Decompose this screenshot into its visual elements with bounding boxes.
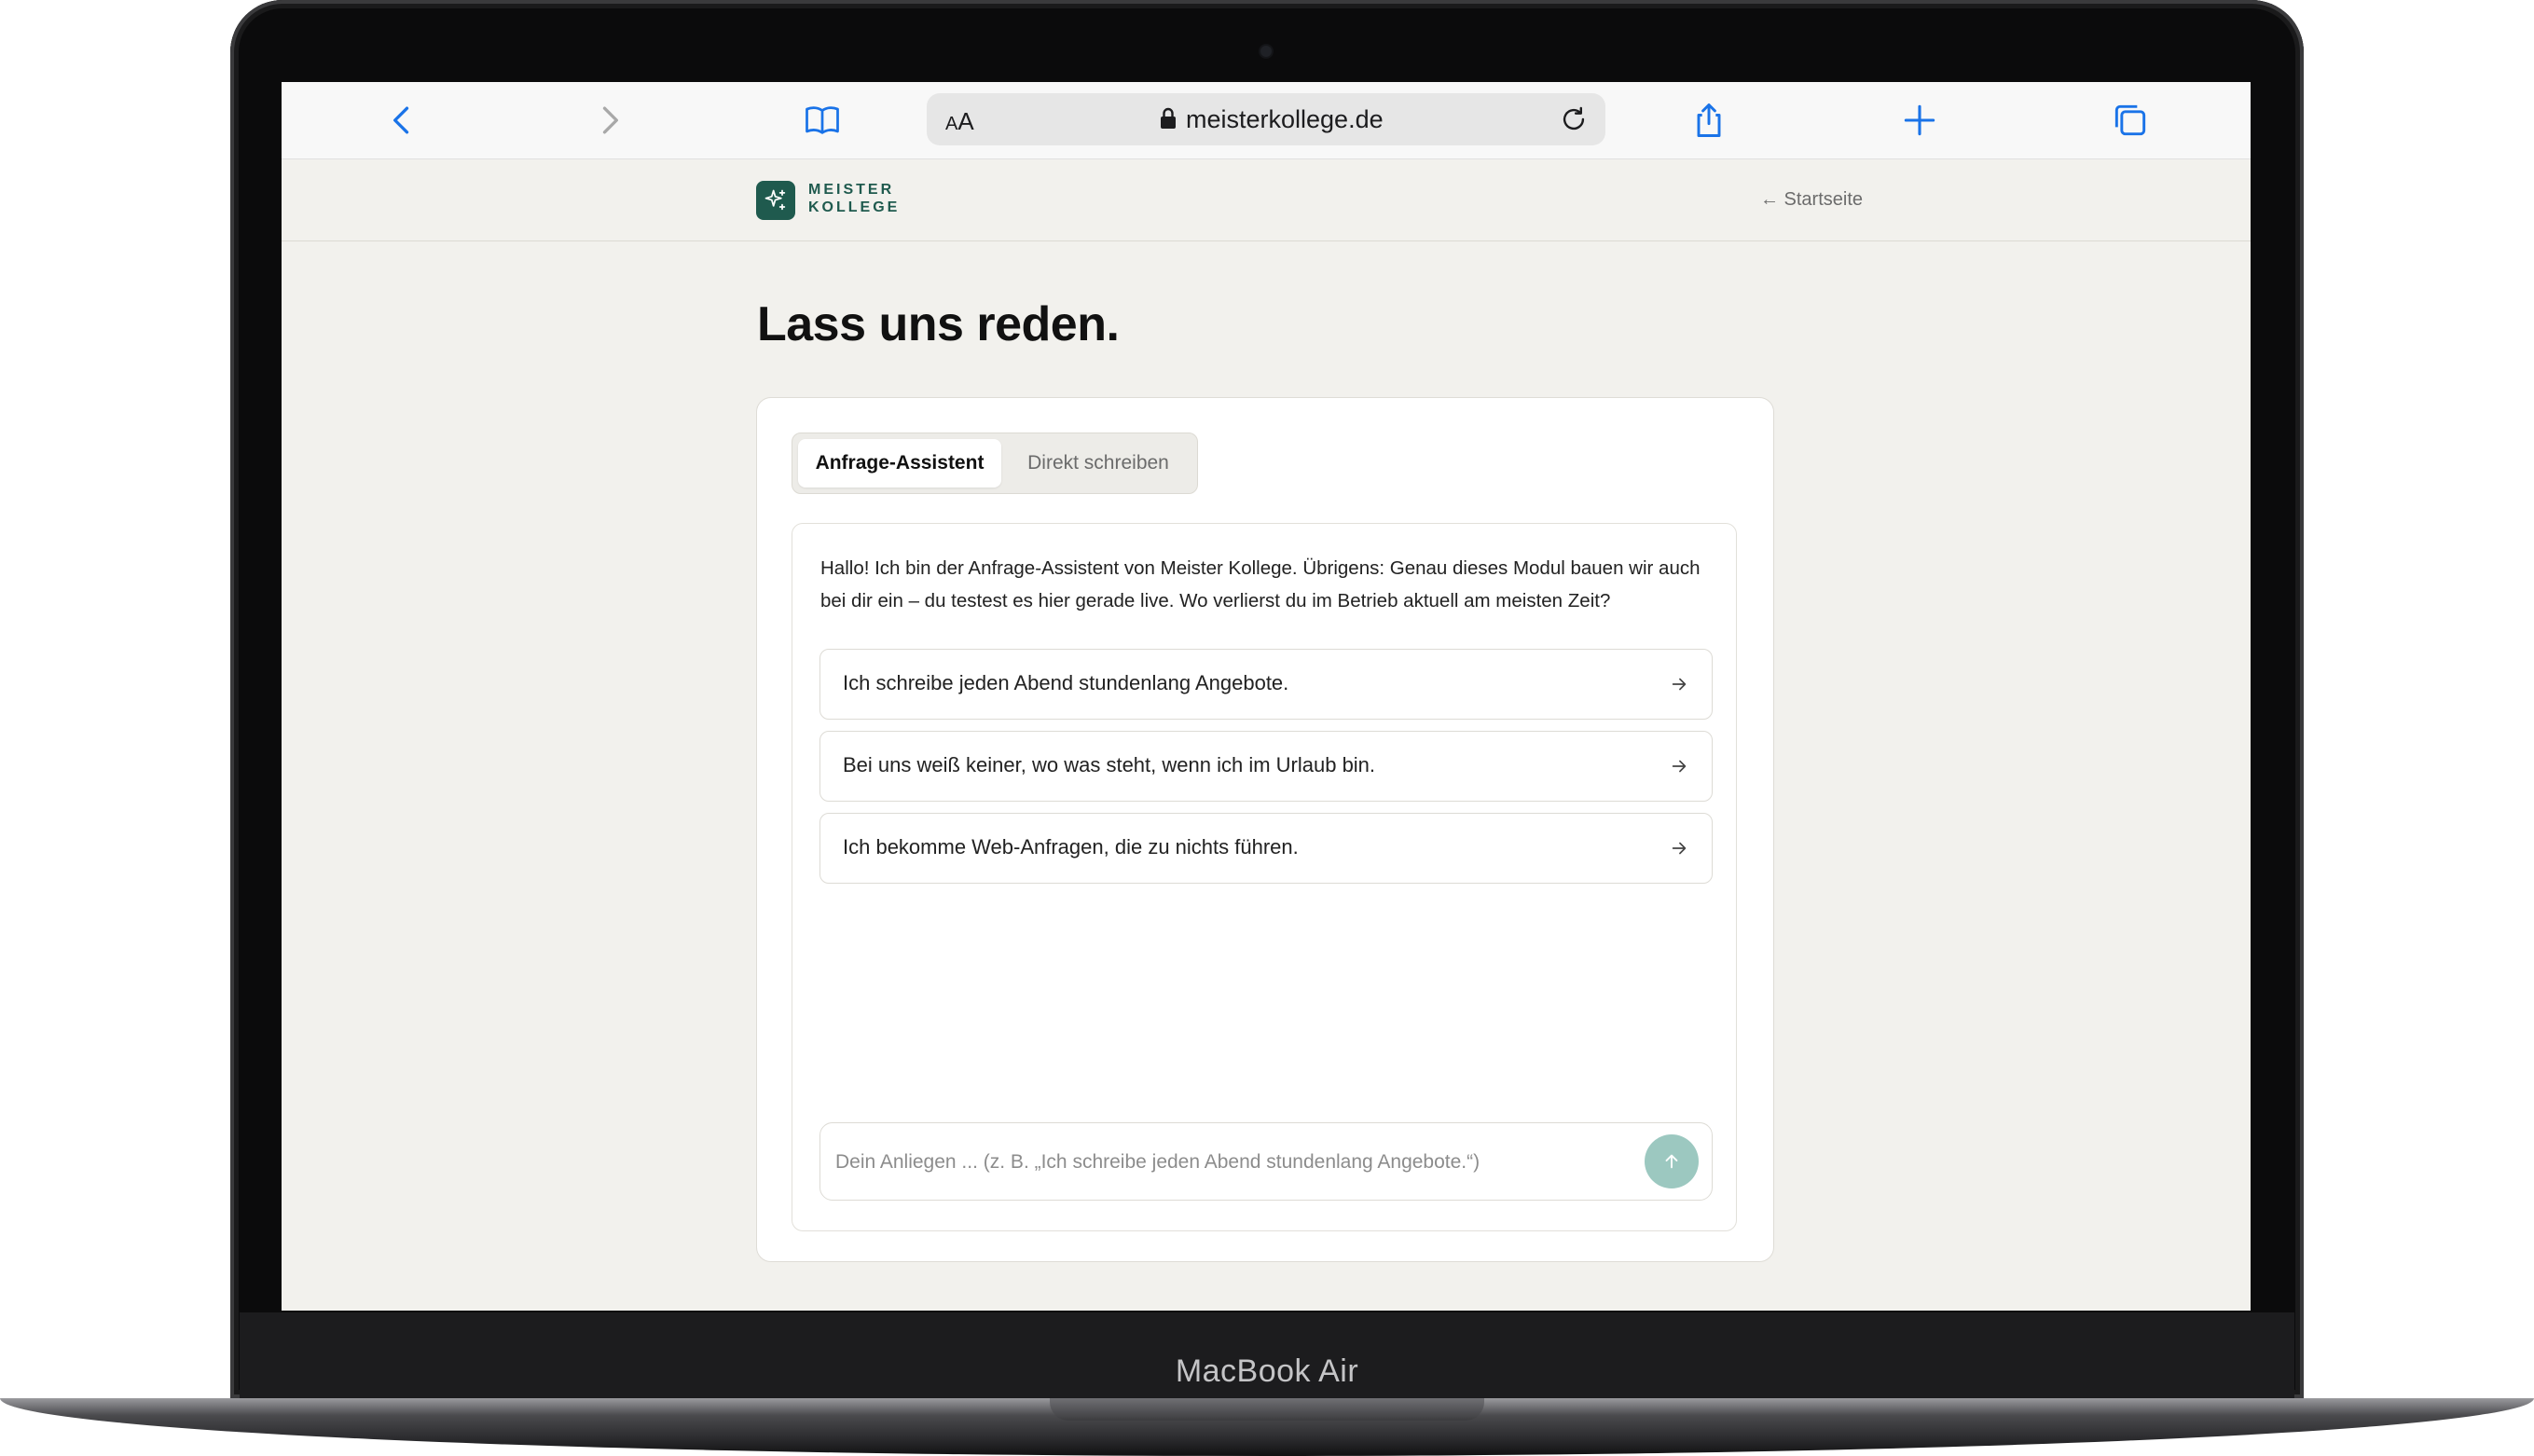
url-text: meisterkollege.de	[1186, 105, 1384, 133]
message-input[interactable]	[833, 1142, 1620, 1183]
logo-wordmark[interactable]: MEISTER KOLLEGE	[808, 181, 900, 216]
contact-card: Anfrage-Assistent Direkt schreiben Hallo…	[756, 397, 1774, 1262]
camera	[1260, 46, 1272, 57]
device-label: MacBook Air	[1175, 1353, 1359, 1389]
laptop-notch	[1050, 1398, 1484, 1421]
address-bar[interactable]: AA meisterkollege.de	[927, 93, 1605, 145]
suggestion-option[interactable]: Ich bekomme Web-Anfragen, die zu nichts …	[819, 813, 1713, 884]
site-header: MEISTER KOLLEGE ← Startseite	[282, 158, 2251, 241]
home-link[interactable]: ← Startseite	[1671, 189, 1863, 211]
lock-icon	[1158, 106, 1178, 135]
arrow-right-icon	[1669, 674, 1689, 694]
arrow-right-icon	[1669, 838, 1689, 858]
suggestion-option[interactable]: Ich schreibe jeden Abend stundenlang Ang…	[819, 649, 1713, 720]
tabs-icon[interactable]	[2107, 97, 2154, 144]
suggestion-option[interactable]: Bei uns weiß keiner, wo was steht, wenn …	[819, 731, 1713, 802]
arrow-up-icon	[1665, 1154, 1678, 1169]
reload-icon[interactable]	[1555, 101, 1592, 138]
page-title: Lass uns reden.	[757, 297, 1120, 351]
assistant-message: Hallo! Ich bin der Anfrage-Assistent von…	[820, 557, 1701, 611]
tab-direkt-schreiben[interactable]: Direkt schreiben	[1005, 439, 1191, 488]
screen: AA meisterkollege.de MEISTER KOLLEGE ← S…	[282, 82, 2251, 1311]
message-composer	[819, 1122, 1713, 1201]
reader-aa-button[interactable]: AA	[945, 107, 974, 136]
bookmarks-icon[interactable]	[799, 97, 846, 144]
browser-toolbar: AA meisterkollege.de	[282, 82, 2251, 159]
forward-icon[interactable]	[586, 97, 633, 144]
logo-sparkle-icon[interactable]	[756, 181, 795, 220]
arrow-right-icon	[1669, 756, 1689, 776]
chat-panel: Hallo! Ich bin der Anfrage-Assistent von…	[792, 523, 1737, 1231]
send-button[interactable]	[1645, 1134, 1699, 1188]
device-frame: AA meisterkollege.de MEISTER KOLLEGE ← S…	[0, 0, 2534, 1456]
new-tab-icon[interactable]	[1896, 97, 1943, 144]
back-icon[interactable]	[379, 97, 425, 144]
mode-tabs: Anfrage-Assistent Direkt schreiben	[792, 433, 1198, 494]
share-icon[interactable]	[1686, 97, 1732, 144]
tab-anfrage-assistent[interactable]: Anfrage-Assistent	[798, 439, 1001, 488]
